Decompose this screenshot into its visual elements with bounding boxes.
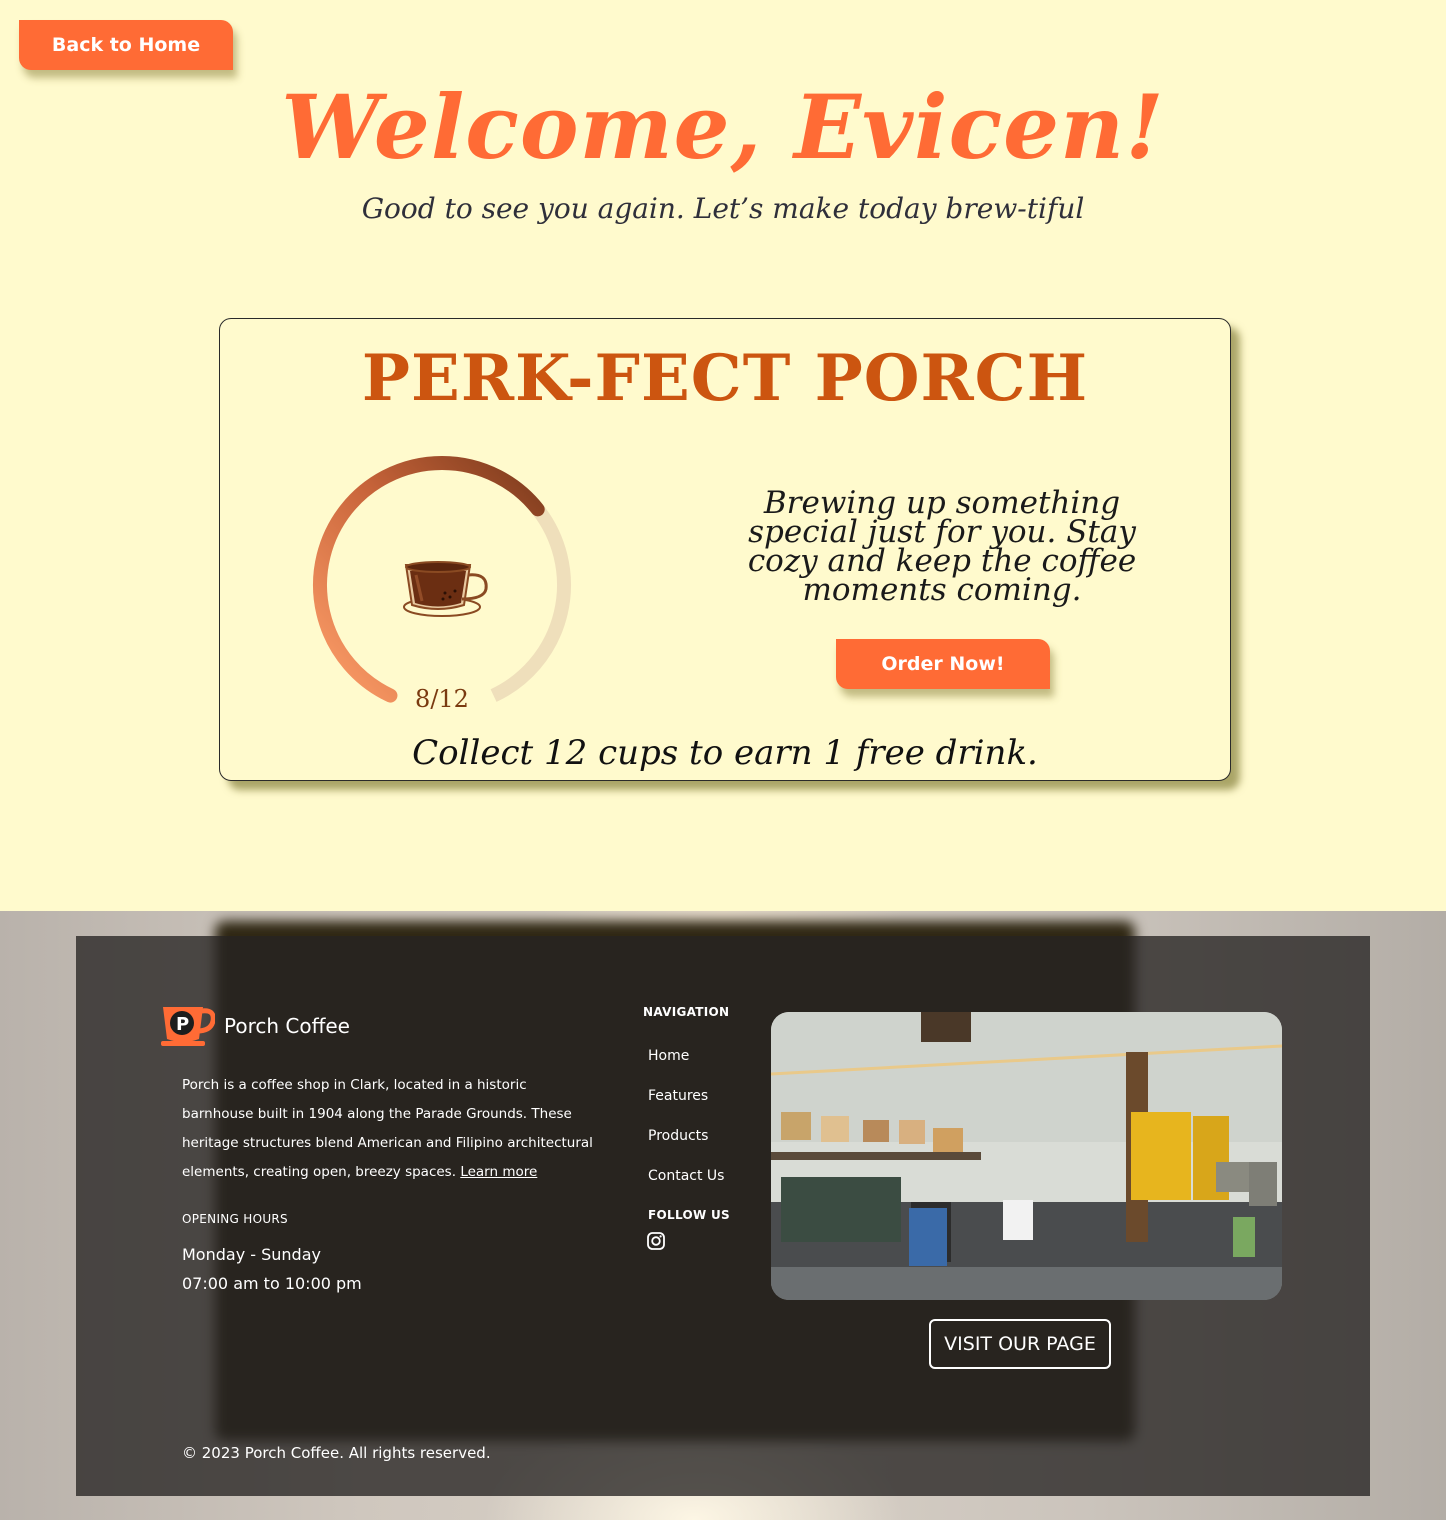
svg-text:P: P xyxy=(176,1014,189,1035)
learn-more-link[interactable]: Learn more xyxy=(460,1164,537,1180)
footer-nav: Home Features Products Contact Us xyxy=(648,1040,724,1200)
brand-name: Porch Coffee xyxy=(224,1014,350,1038)
opening-days: Monday - Sunday xyxy=(182,1245,321,1264)
navigation-label: NAVIGATION xyxy=(643,1005,730,1019)
follow-us-label: FOLLOW US xyxy=(648,1208,730,1222)
instagram-icon[interactable] xyxy=(647,1232,665,1250)
progress-count: 8/12 xyxy=(415,685,469,713)
collect-rule-text: Collect 12 cups to earn 1 free drink. xyxy=(412,733,1038,773)
loyalty-progress-ring xyxy=(313,456,571,703)
copyright-text: © 2023 Porch Coffee. All rights reserved… xyxy=(182,1444,491,1462)
promo-text: Brewing up something special just for yo… xyxy=(747,485,1137,608)
footer-nav-home[interactable]: Home xyxy=(648,1040,724,1080)
cafe-interior-photo xyxy=(771,1012,1282,1300)
loyalty-card: PERK-FECT PORCH 8/12 Brewing up somethin… xyxy=(219,318,1231,781)
footer-nav-contact-us[interactable]: Contact Us xyxy=(648,1160,724,1200)
opening-hours-label: OPENING HOURS xyxy=(182,1212,288,1226)
about-text: Porch is a coffee shop in Clark, located… xyxy=(182,1071,602,1187)
porch-logo-icon: P xyxy=(161,1007,215,1046)
footer-brand[interactable]: P Porch Coffee xyxy=(161,1005,350,1047)
back-to-home-button[interactable]: Back to Home xyxy=(19,20,233,70)
visit-our-page-button[interactable]: VISIT OUR PAGE xyxy=(929,1319,1111,1369)
loyalty-card-title: PERK-FECT PORCH xyxy=(361,341,1089,416)
footer-nav-products[interactable]: Products xyxy=(648,1120,724,1160)
welcome-subtitle: Good to see you again. Let’s make today … xyxy=(361,192,1085,225)
opening-times: 07:00 am to 10:00 pm xyxy=(182,1274,362,1293)
order-now-button[interactable]: Order Now! xyxy=(836,639,1050,689)
welcome-heading: Welcome, Evicen! xyxy=(281,75,1165,179)
coffee-cup-icon xyxy=(403,561,488,617)
footer-nav-features[interactable]: Features xyxy=(648,1080,724,1120)
opening-hours: Monday - Sunday 07:00 am to 10:00 pm xyxy=(182,1240,362,1298)
